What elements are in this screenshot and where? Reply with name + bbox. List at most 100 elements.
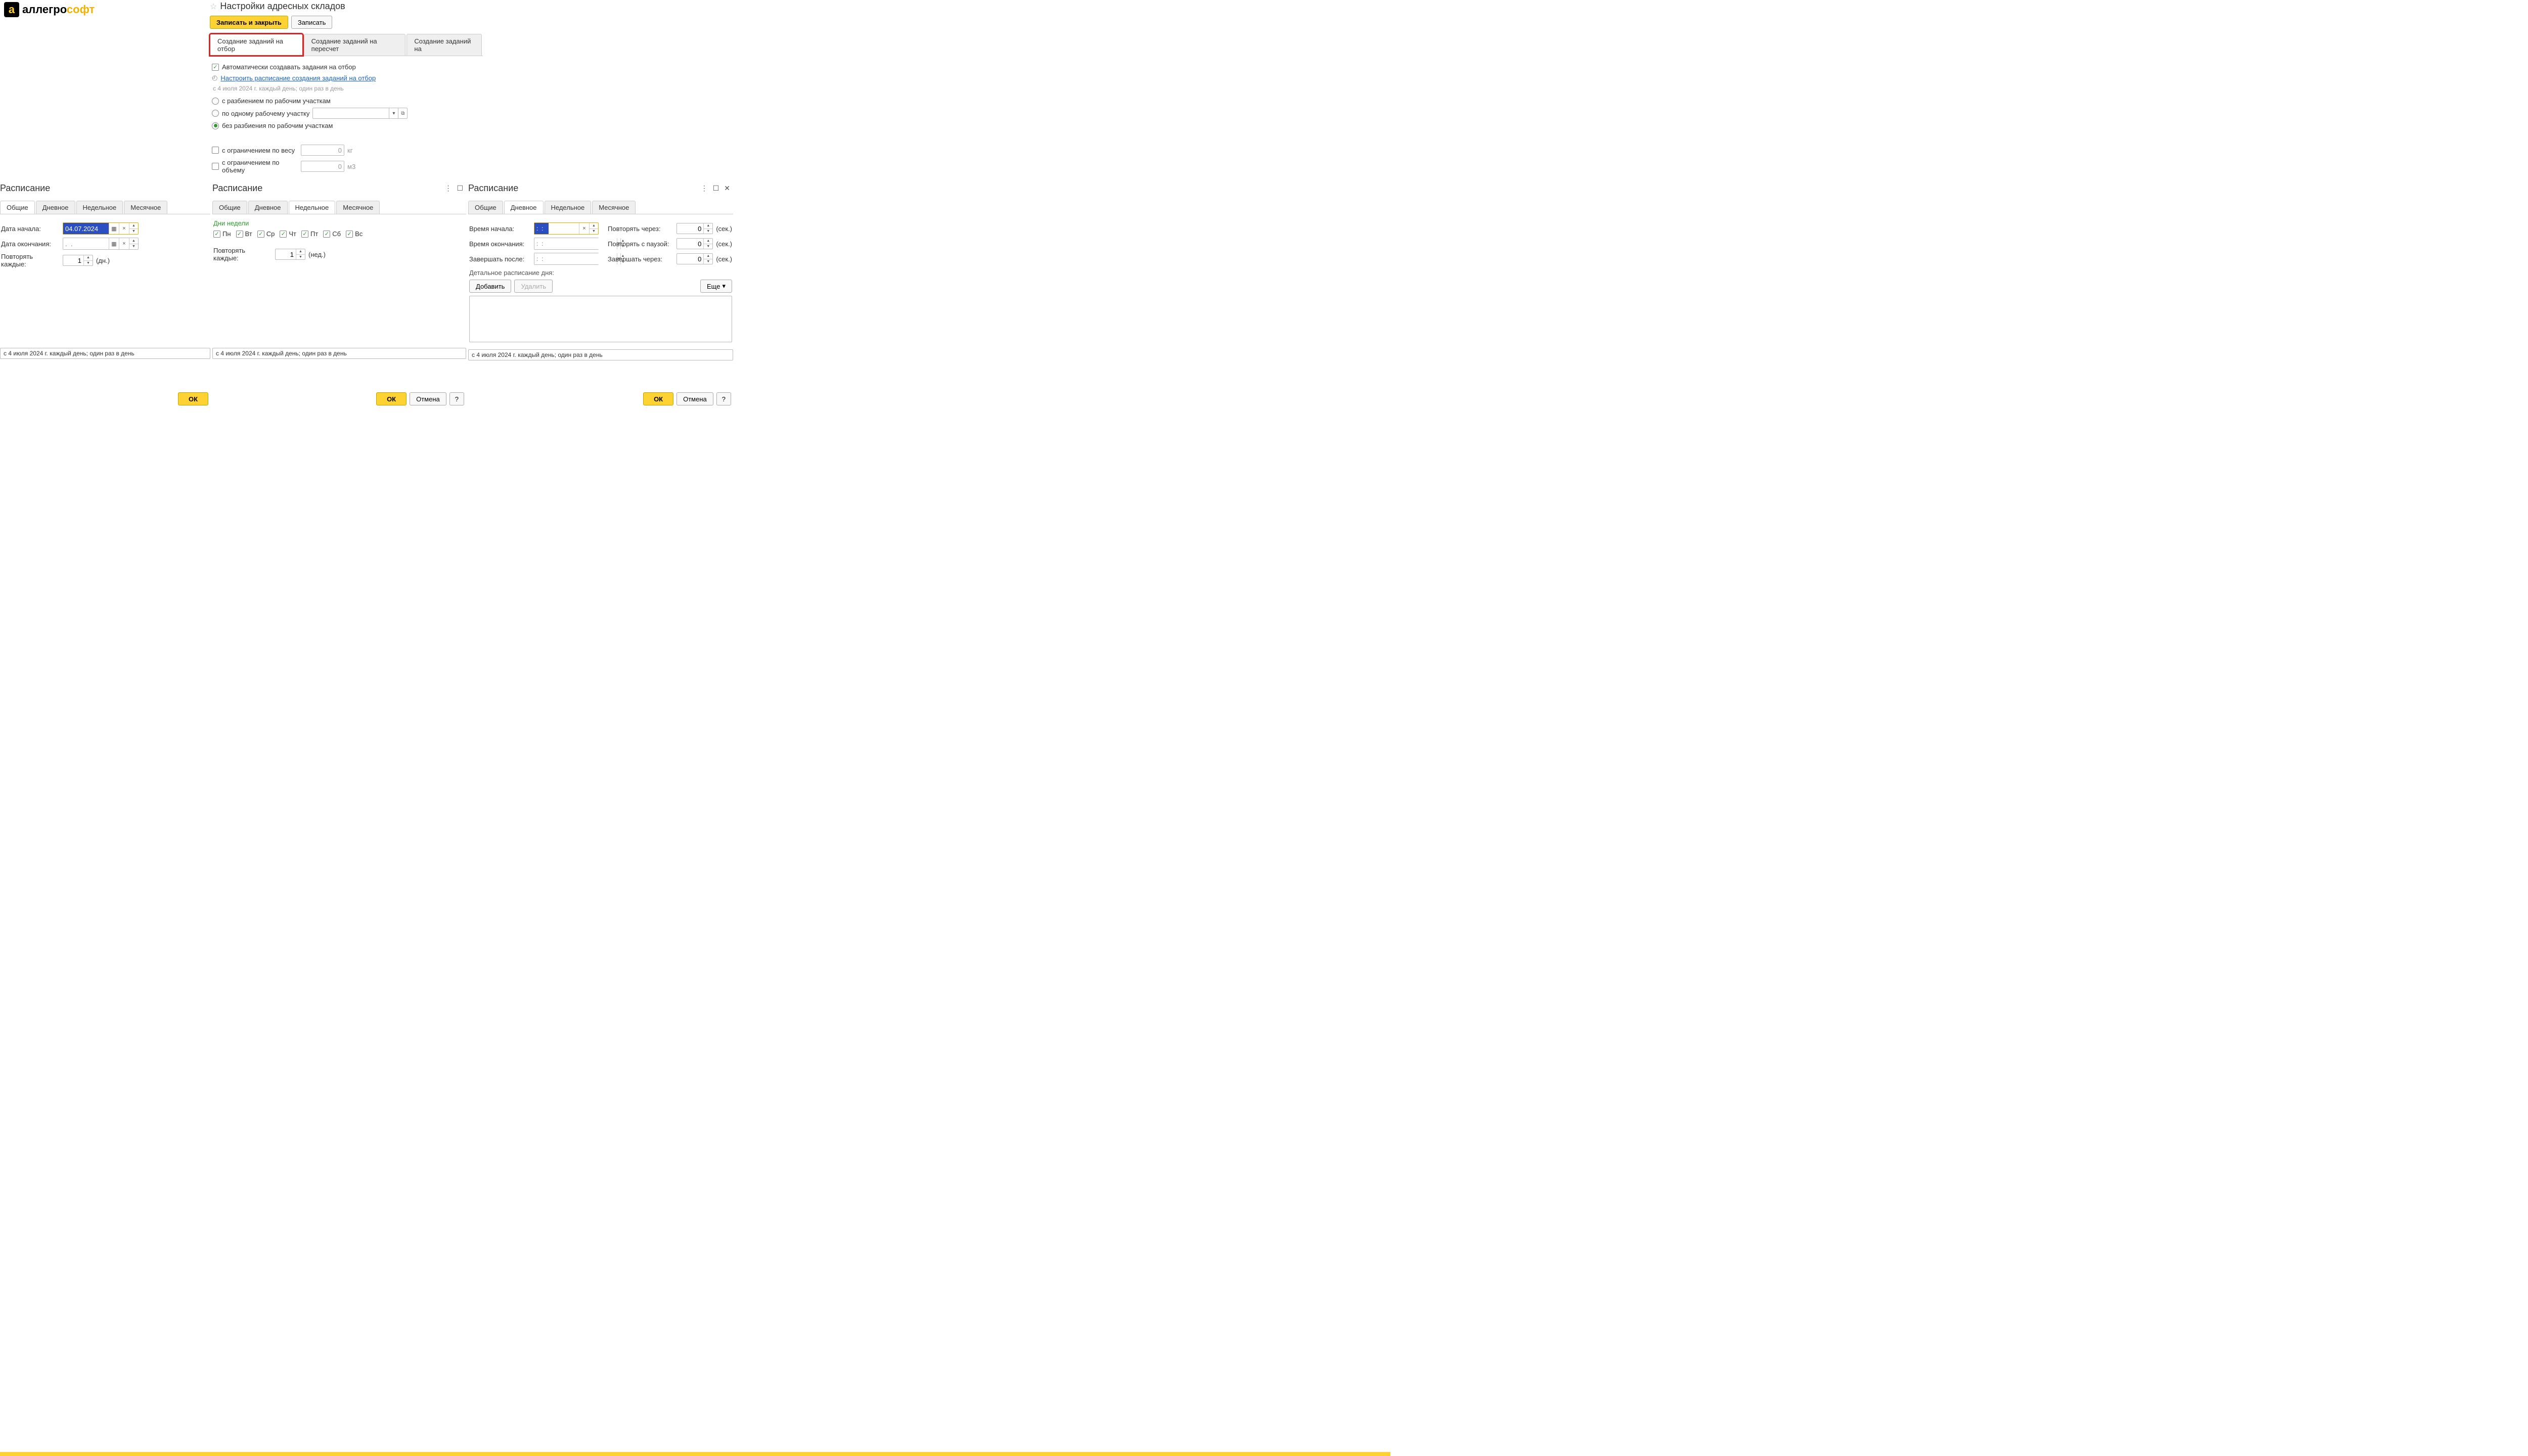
repeat-unit: (дн.) (96, 257, 110, 264)
add-button[interactable]: Добавить (469, 280, 511, 293)
tab-common[interactable]: Общие (0, 201, 35, 214)
num-spinner[interactable]: ▲▼ (703, 239, 712, 249)
ok-button[interactable]: ОК (178, 392, 208, 405)
finish-in-label: Завершать через: (608, 255, 662, 263)
tab-weekly[interactable]: Недельное (76, 201, 123, 214)
time-start-input[interactable] (534, 223, 549, 234)
date-spinner[interactable]: ▲▼ (129, 238, 138, 249)
day-sun-checkbox[interactable] (346, 231, 353, 238)
tab-monthly[interactable]: Месячное (336, 201, 380, 214)
repeat-spinner[interactable]: ▲▼ (296, 249, 305, 259)
repeat-every-input[interactable] (677, 225, 703, 233)
repeat-every-input[interactable] (63, 257, 83, 264)
tab-create-tasks-truncated[interactable]: Создание заданий на (407, 34, 482, 56)
end-date-label: Дата окончания: (1, 240, 60, 248)
repeat-every-field[interactable]: ▲▼ (275, 249, 305, 260)
maximize-icon[interactable]: ☐ (713, 184, 719, 193)
day-wed-checkbox[interactable] (257, 231, 264, 238)
tab-daily[interactable]: Дневное (248, 201, 288, 214)
volume-unit: м3 (347, 163, 355, 170)
auto-create-checkbox[interactable] (212, 64, 219, 71)
time-end-input[interactable] (534, 238, 617, 249)
tab-create-recount-tasks[interactable]: Создание заданий на пересчет (304, 34, 406, 56)
favorite-star-icon[interactable]: ☆ (210, 2, 217, 12)
start-date-field[interactable]: ▦ × ▲▼ (63, 222, 139, 235)
clear-icon[interactable]: × (119, 238, 129, 249)
weight-unit: кг (347, 147, 352, 154)
radio-single-area[interactable] (212, 110, 219, 117)
repeat-spinner[interactable]: ▲▼ (83, 255, 93, 265)
help-button[interactable]: ? (449, 392, 464, 405)
repeat-unit: (нед.) (308, 251, 326, 258)
sec-unit: (сек.) (716, 255, 732, 263)
weight-limit-checkbox[interactable] (212, 147, 219, 154)
more-button[interactable]: Еще▾ (700, 280, 732, 293)
day-sat-label: Сб (332, 230, 341, 238)
num-spinner[interactable]: ▲▼ (703, 223, 712, 234)
finish-in-input[interactable] (677, 255, 703, 263)
save-and-close-button[interactable]: Записать и закрыть (210, 16, 288, 29)
start-date-input[interactable] (63, 223, 109, 234)
end-date-input[interactable] (63, 238, 109, 249)
ok-button[interactable]: ОК (643, 392, 673, 405)
calendar-icon[interactable]: ▦ (109, 223, 119, 234)
tab-monthly[interactable]: Месячное (124, 201, 167, 214)
combo-open-icon[interactable]: ⧉ (398, 108, 407, 118)
finish-after-input[interactable] (534, 253, 617, 264)
volume-limit-input[interactable] (301, 161, 344, 172)
tab-daily[interactable]: Дневное (36, 201, 75, 214)
menu-icon[interactable]: ⋮ (701, 184, 708, 193)
logo-text-1: аллегро (22, 3, 67, 16)
cancel-button[interactable]: Отмена (676, 392, 713, 405)
calendar-icon[interactable]: ▦ (109, 238, 119, 249)
weight-limit-input[interactable] (301, 145, 344, 156)
day-mon-checkbox[interactable] (213, 231, 220, 238)
end-date-field[interactable]: ▦ × ▲▼ (63, 238, 139, 250)
combo-dropdown-icon[interactable]: ▾ (389, 108, 398, 118)
menu-icon[interactable]: ⋮ (444, 184, 452, 193)
detail-schedule-list[interactable] (469, 296, 732, 342)
work-area-combo[interactable]: ▾ ⧉ (312, 108, 408, 119)
time-spinner[interactable]: ▲▼ (589, 223, 598, 234)
repeat-every-field[interactable]: ▲▼ (63, 255, 93, 266)
repeat-pause-input[interactable] (677, 240, 703, 248)
auto-create-label: Автоматически создавать задания на отбор (222, 63, 356, 71)
tab-weekly[interactable]: Недельное (545, 201, 592, 214)
repeat-every-field[interactable]: ▲▼ (676, 223, 713, 234)
tab-weekly[interactable]: Недельное (289, 201, 336, 214)
day-thu-checkbox[interactable] (280, 231, 287, 238)
ok-button[interactable]: ОК (376, 392, 407, 405)
save-button[interactable]: Записать (291, 16, 333, 29)
clear-icon[interactable]: × (119, 223, 129, 234)
repeat-every-label: Повторять каждые: (213, 247, 272, 262)
repeat-every-input[interactable] (276, 251, 296, 258)
schedule-status: с 4 июля 2024 г. каждый день; один раз в… (0, 348, 210, 359)
clear-icon[interactable]: × (579, 223, 589, 234)
radio-single-area-label: по одному рабочему участку (222, 110, 309, 117)
radio-split-by-areas[interactable] (212, 98, 219, 105)
close-icon[interactable]: ✕ (724, 184, 730, 193)
weight-limit-label: с ограничением по весу (222, 147, 298, 154)
tab-monthly[interactable]: Месячное (592, 201, 636, 214)
time-start-field[interactable]: × ▲▼ (534, 222, 599, 235)
delete-button[interactable]: Удалить (514, 280, 553, 293)
cancel-button[interactable]: Отмена (410, 392, 446, 405)
finish-after-field[interactable]: × ▲▼ (534, 253, 599, 265)
configure-schedule-link[interactable]: Настроить расписание создания заданий на… (220, 74, 376, 82)
day-tue-checkbox[interactable] (236, 231, 243, 238)
volume-limit-checkbox[interactable] (212, 163, 219, 170)
day-sat-checkbox[interactable] (323, 231, 330, 238)
repeat-pause-field[interactable]: ▲▼ (676, 238, 713, 249)
tab-daily[interactable]: Дневное (504, 201, 544, 214)
finish-in-field[interactable]: ▲▼ (676, 253, 713, 264)
tab-common[interactable]: Общие (468, 201, 503, 214)
num-spinner[interactable]: ▲▼ (703, 254, 712, 264)
time-end-field[interactable]: × ▲▼ (534, 238, 599, 250)
radio-no-split[interactable] (212, 122, 219, 129)
help-button[interactable]: ? (716, 392, 731, 405)
day-fri-checkbox[interactable] (301, 231, 308, 238)
tab-common[interactable]: Общие (212, 201, 247, 214)
tab-create-pick-tasks[interactable]: Создание заданий на отбор (210, 34, 303, 56)
date-spinner[interactable]: ▲▼ (129, 223, 138, 234)
maximize-icon[interactable]: ☐ (457, 184, 463, 193)
